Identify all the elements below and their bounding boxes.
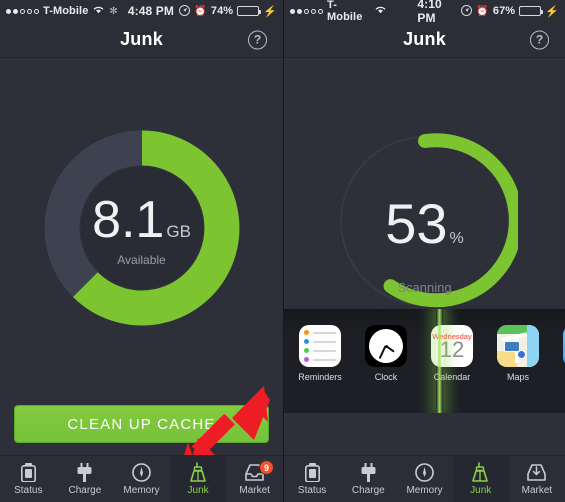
signal-strength-icon	[290, 8, 323, 14]
tab-label: Memory	[406, 485, 443, 496]
tab-charge[interactable]: Charge	[340, 456, 396, 502]
tab-market[interactable]: Market	[509, 456, 565, 502]
lightning-bolt-icon: ⚡	[263, 5, 277, 18]
inbox-icon	[527, 462, 547, 482]
tab-bar-left: Status Charge Memory Junk 9 Market	[0, 455, 283, 502]
tab-market[interactable]: 9 Market	[226, 456, 283, 502]
tab-label: Charge	[351, 485, 385, 496]
tab-label: Market	[521, 485, 553, 496]
status-bar-left: T-Mobile ✻ 4:48 PM ⏰ 74% ⚡	[0, 0, 283, 22]
tab-bar-right: Status Charge Memory Junk Market	[284, 455, 565, 502]
plug-icon	[360, 462, 377, 482]
wifi-icon	[93, 5, 104, 17]
tab-junk[interactable]: Junk	[169, 456, 227, 502]
scan-line-indicator	[436, 309, 443, 413]
dock-app-reminders[interactable]: Reminders	[292, 325, 348, 382]
dual-screenshot-comparison: T-Mobile ✻ 4:48 PM ⏰ 74% ⚡ Junk ? 8.1 GB…	[0, 0, 565, 502]
dock-app-calendar[interactable]: Wednesday 12 Calendar	[424, 325, 480, 382]
tab-label: Junk	[470, 485, 492, 496]
page-title: Junk	[403, 29, 446, 49]
content-left: 8.1 GB Available CLEAN UP CACHE	[0, 58, 283, 476]
tab-status[interactable]: Status	[0, 456, 57, 502]
status-bar-right: T-Mobile 4:10 PM ⏰ 67% ⚡	[284, 0, 565, 25]
phone-screen-right: T-Mobile 4:10 PM ⏰ 67% ⚡ Junk ? 53 % Sca…	[283, 0, 565, 502]
storage-donut-chart: 8.1 GB Available	[44, 130, 240, 331]
phone-screen-left: T-Mobile ✻ 4:48 PM ⏰ 74% ⚡ Junk ? 8.1 GB…	[0, 0, 283, 502]
battery-icon	[519, 6, 544, 16]
tab-label: Market	[239, 485, 270, 496]
dock-app-partial[interactable]	[556, 325, 565, 372]
gauge-icon	[415, 462, 434, 482]
battery-icon	[20, 462, 36, 482]
gauge-icon	[132, 462, 151, 482]
plug-icon	[76, 462, 93, 482]
maps-icon	[497, 325, 539, 367]
dock-app-clock[interactable]: Clock	[358, 325, 414, 382]
scan-status-text: Scanning	[397, 280, 452, 295]
nav-bar-left: Junk ?	[0, 22, 283, 58]
tab-status[interactable]: Status	[284, 456, 340, 502]
lightning-bolt-icon: ⚡	[545, 5, 559, 18]
battery-percent: 67%	[492, 5, 516, 17]
tab-label: Status	[14, 485, 43, 496]
alarm-icon: ⏰	[476, 5, 489, 17]
clock-icon	[365, 325, 407, 367]
carrier-name: T-Mobile	[43, 5, 89, 17]
alarm-icon: ⏰	[194, 5, 207, 17]
reminders-icon	[299, 325, 341, 367]
carrier-name: T-Mobile	[327, 0, 363, 23]
dock-app-maps[interactable]: Maps	[490, 325, 546, 382]
battery-icon	[304, 462, 320, 482]
broom-icon	[189, 462, 207, 482]
battery-percent: 74%	[210, 5, 234, 17]
location-icon	[461, 4, 473, 18]
tab-label: Junk	[187, 485, 209, 496]
help-icon[interactable]: ?	[248, 30, 267, 49]
content-right: 53 % Scanning Reminders Clock Wednesday …	[284, 58, 565, 455]
signal-strength-icon	[6, 8, 39, 14]
market-badge: 9	[258, 460, 274, 475]
location-icon	[179, 4, 191, 18]
tab-label: Charge	[68, 485, 102, 496]
tab-charge[interactable]: Charge	[57, 456, 114, 502]
app-dock-overlay: Reminders Clock Wednesday 12 Calendar Ma…	[284, 309, 565, 413]
tab-label: Memory	[123, 485, 160, 496]
clean-up-cache-button[interactable]: CLEAN UP CACHE	[14, 405, 269, 443]
bluetooth-icon: ✻	[109, 5, 118, 17]
help-icon[interactable]: ?	[530, 30, 549, 49]
calendar-day-number: 12	[439, 336, 465, 362]
dock-app-label: Reminders	[298, 372, 342, 382]
tab-memory[interactable]: Memory	[396, 456, 452, 502]
broom-icon	[472, 462, 489, 482]
page-title: Junk	[120, 29, 163, 49]
tab-memory[interactable]: Memory	[113, 456, 170, 502]
status-bar-time: 4:48 PM	[127, 4, 174, 18]
dock-app-label: Maps	[506, 372, 529, 382]
wifi-icon	[375, 5, 386, 17]
tab-junk[interactable]: Junk	[452, 456, 509, 502]
tab-label: Status	[297, 485, 327, 496]
dock-app-label: Clock	[374, 372, 398, 382]
nav-bar-right: Junk ?	[284, 22, 565, 58]
battery-icon	[237, 6, 262, 16]
